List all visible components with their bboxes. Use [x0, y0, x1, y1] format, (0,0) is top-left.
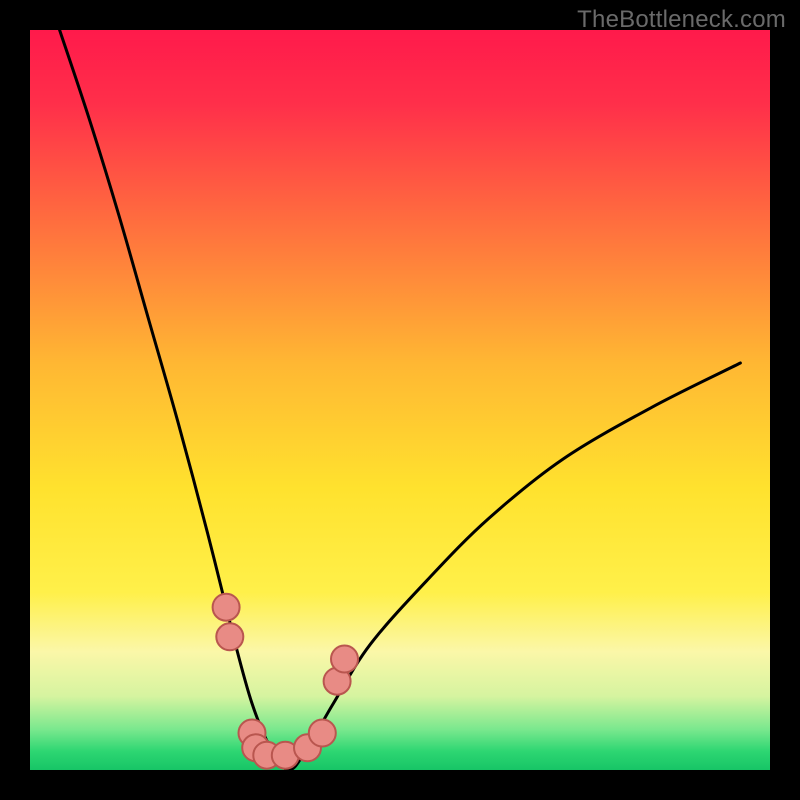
- bottleneck-curve: [60, 30, 741, 770]
- marker-group: [213, 594, 358, 769]
- data-marker: [213, 594, 240, 621]
- chart-frame: TheBottleneck.com: [0, 0, 800, 800]
- curve-layer: [30, 30, 770, 770]
- data-marker: [331, 646, 358, 673]
- data-marker: [309, 720, 336, 747]
- data-marker: [216, 623, 243, 650]
- watermark-text: TheBottleneck.com: [577, 6, 786, 34]
- plot-area: [30, 30, 770, 770]
